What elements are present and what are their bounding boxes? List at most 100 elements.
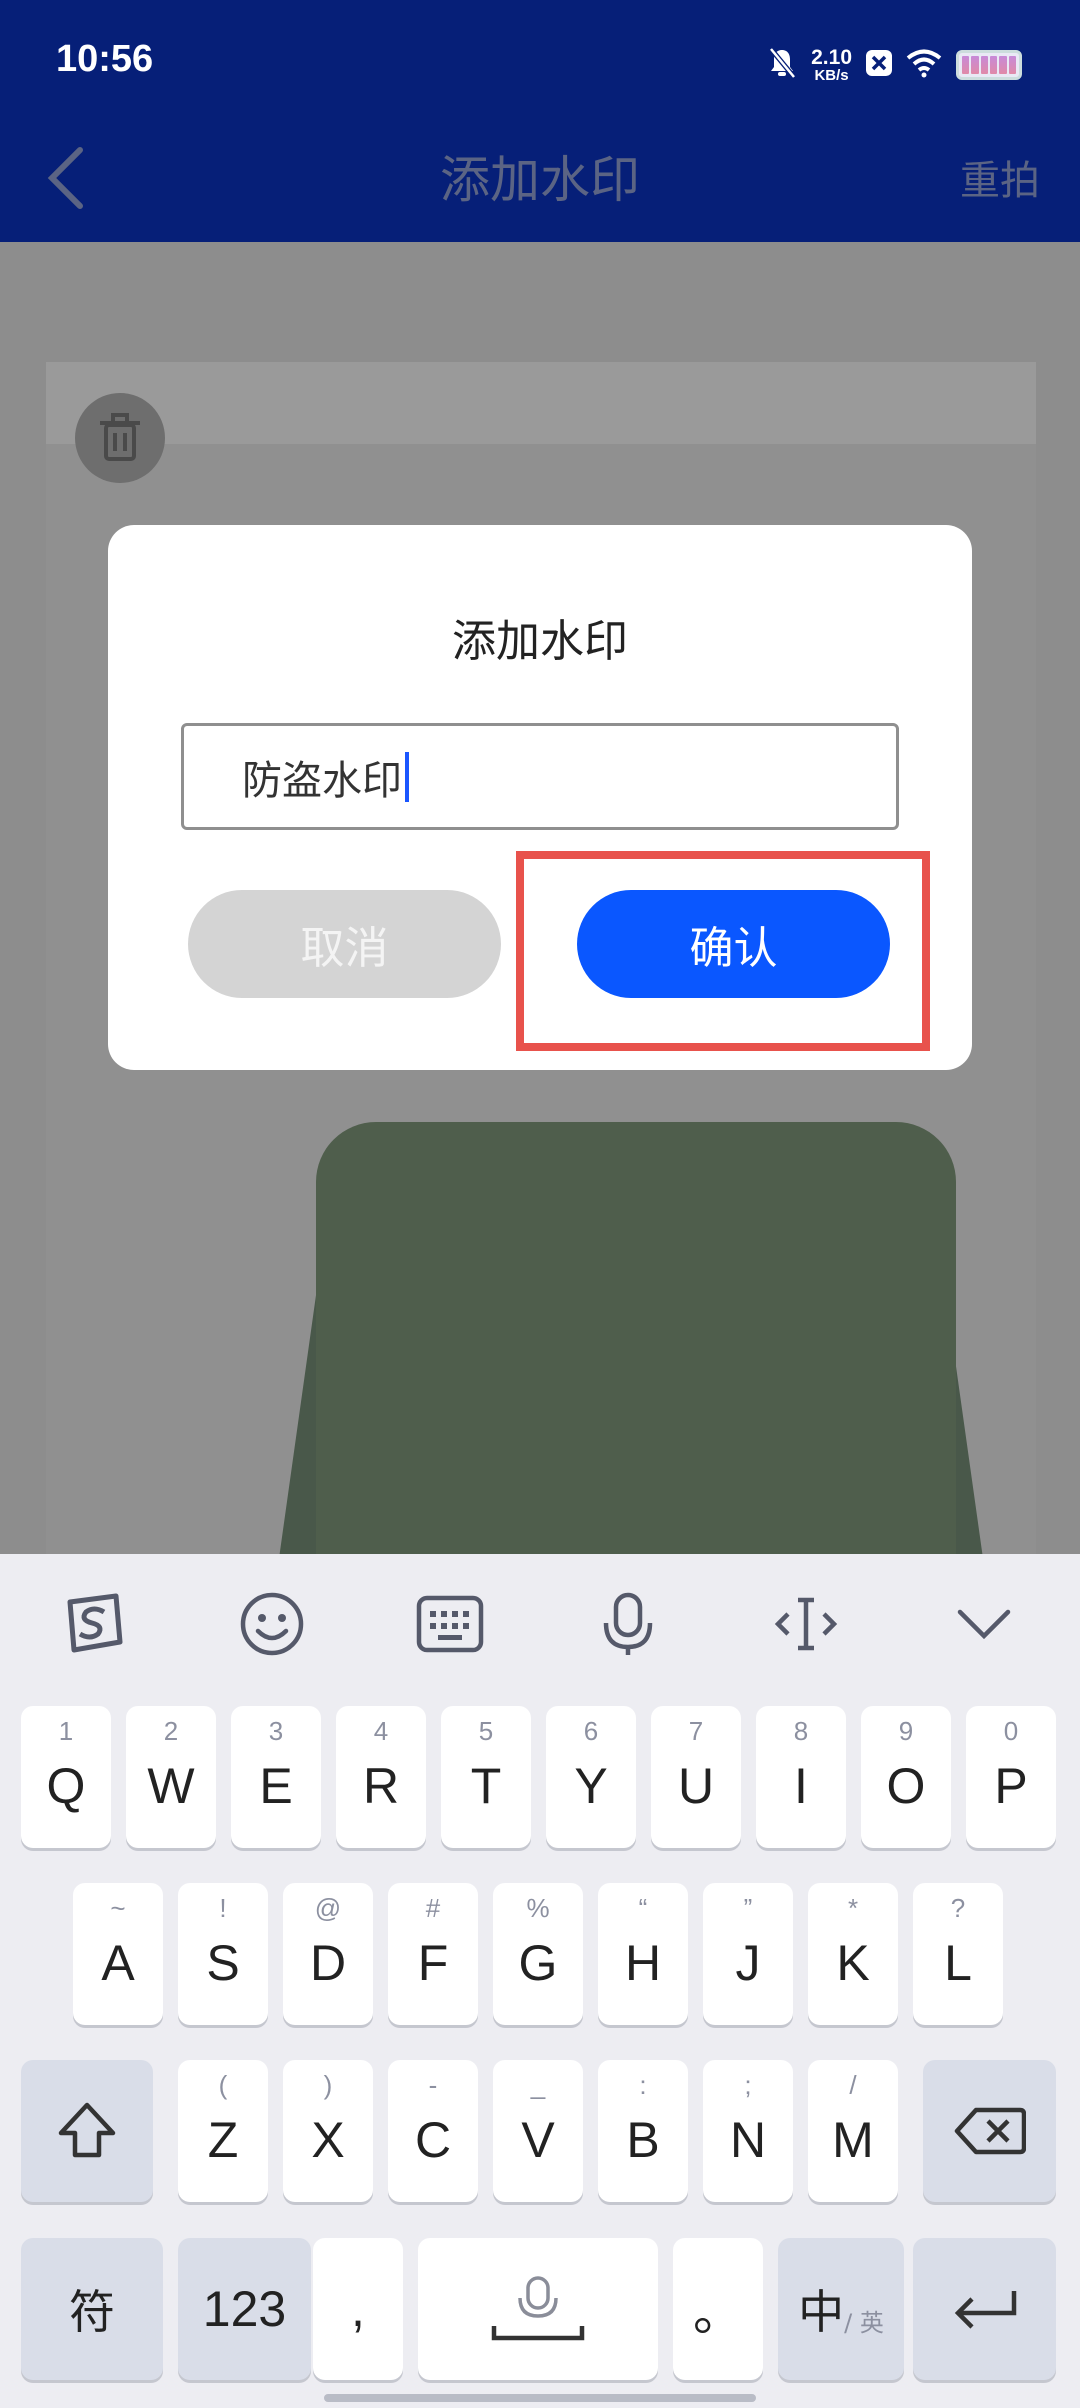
key-z[interactable]: (Z: [178, 2060, 268, 2202]
key-hint: @: [314, 1893, 342, 1923]
key-label: M: [832, 2112, 874, 2168]
key-label: Q: [46, 1758, 86, 1814]
sogou-logo-icon[interactable]: [58, 1588, 130, 1660]
key-label: W: [147, 1758, 195, 1814]
backspace-key[interactable]: [923, 2060, 1056, 2202]
bell-off-icon: [767, 47, 797, 83]
key-v[interactable]: _ V: [493, 2060, 583, 2202]
key-hint: “: [638, 1893, 648, 1923]
key-label: V: [521, 2112, 555, 2168]
key-hint: 6: [583, 1716, 599, 1746]
key-label: E: [259, 1758, 293, 1814]
keyboard-toolbar: [0, 1554, 1080, 1694]
key-t[interactable]: 5T: [441, 1706, 531, 1848]
enter-icon: [954, 2291, 1016, 2329]
key-hint: %: [526, 1893, 550, 1923]
top-bar: 10:56 2.10 KB/s 添加水印 重拍: [0, 0, 1080, 242]
key-u[interactable]: 7U: [651, 1706, 741, 1848]
status-icons: 2.10 KB/s: [767, 40, 1022, 90]
key-hint: ): [323, 2070, 333, 2100]
retake-button[interactable]: 重拍: [960, 148, 1040, 206]
key-o[interactable]: 9O: [861, 1706, 951, 1848]
keyboard-icon[interactable]: [414, 1588, 486, 1660]
photo-model-shirt: [316, 1122, 956, 1554]
key-label: C: [414, 2112, 452, 2168]
key-p[interactable]: 0P: [966, 1706, 1056, 1848]
key-label: J: [735, 1935, 761, 1991]
shift-key[interactable]: [21, 2060, 153, 2202]
key-s[interactable]: ! S: [178, 1883, 268, 2025]
emoji-icon[interactable]: [236, 1588, 308, 1660]
key-g[interactable]: % G: [493, 1883, 583, 2025]
key-r[interactable]: 4R: [336, 1706, 426, 1848]
net-speed-value: 2.10: [811, 46, 852, 69]
language-switch-key[interactable]: 中 / 英: [778, 2238, 904, 2380]
key-label: 123: [202, 2281, 287, 2337]
key-label: I: [794, 1758, 808, 1814]
key-k[interactable]: * K: [808, 1883, 898, 2025]
key-y[interactable]: 6Y: [546, 1706, 636, 1848]
period-key[interactable]: 。: [673, 2238, 763, 2380]
comma-key[interactable]: ,: [313, 2238, 403, 2380]
key-label: K: [836, 1935, 870, 1991]
symbol-key[interactable]: 符: [21, 2238, 163, 2380]
microphone-icon[interactable]: [592, 1588, 664, 1660]
space-key[interactable]: [418, 2238, 658, 2380]
net-speed: 2.10 KB/s: [811, 47, 852, 83]
lang-sub-label: / 英: [844, 2308, 884, 2337]
key-label: A: [101, 1935, 135, 1991]
key-label: R: [362, 1758, 400, 1814]
key-l[interactable]: ? L: [913, 1883, 1003, 2025]
key-b[interactable]: :B: [598, 2060, 688, 2202]
key-label: D: [309, 1935, 347, 1991]
watermark-text-input[interactable]: 防盗水印: [181, 723, 899, 830]
key-hint: _: [530, 2070, 546, 2100]
key-label: T: [470, 1758, 502, 1814]
key-hint: /: [849, 2070, 857, 2100]
key-label: 。: [693, 2285, 743, 2341]
key-label: B: [626, 2112, 660, 2168]
x-app-icon: [866, 50, 892, 80]
enter-key[interactable]: [913, 2238, 1056, 2380]
key-hint: ?: [950, 1893, 966, 1923]
page-title: 添加水印: [440, 151, 640, 209]
key-i[interactable]: 8I: [756, 1706, 846, 1848]
key-hint: 7: [688, 1716, 704, 1746]
key-n[interactable]: ; N: [703, 2060, 793, 2202]
space-mic-icon: [491, 2276, 585, 2341]
key-hint: -: [428, 2070, 438, 2100]
cancel-button[interactable]: 取消: [188, 890, 501, 998]
collapse-chevron-icon[interactable]: [948, 1588, 1020, 1660]
key-label: G: [518, 1935, 558, 1991]
home-indicator[interactable]: [324, 2394, 756, 2402]
key-hint: (: [218, 2070, 228, 2100]
key-label: 符: [69, 2286, 115, 2338]
key-label: ,: [351, 2281, 365, 2337]
key-w[interactable]: 2W: [126, 1706, 216, 1848]
key-a[interactable]: ~ A: [73, 1883, 163, 2025]
delete-photo-button[interactable]: [75, 393, 165, 483]
text-caret: [405, 751, 409, 802]
key-c[interactable]: -C: [388, 2060, 478, 2202]
key-hint: 0: [1003, 1716, 1019, 1746]
photo-top-strip: [46, 362, 1036, 444]
key-label: Y: [574, 1758, 608, 1814]
key-m[interactable]: / M: [808, 2060, 898, 2202]
key-x[interactable]: ) X: [283, 2060, 373, 2202]
key-hint: 1: [58, 1716, 74, 1746]
confirm-highlight-box: [516, 851, 930, 1051]
cursor-move-icon[interactable]: [770, 1588, 842, 1660]
key-hint: 2: [163, 1716, 179, 1746]
key-label: N: [729, 2112, 767, 2168]
shift-arrow-icon: [58, 2102, 116, 2158]
wifi-icon: [906, 48, 942, 82]
key-j[interactable]: ” J: [703, 1883, 793, 2025]
key-f[interactable]: # F: [388, 1883, 478, 2025]
lang-main-label: 中: [798, 2286, 845, 2338]
key-d[interactable]: @ D: [283, 1883, 373, 2025]
key-e[interactable]: 3E: [231, 1706, 321, 1848]
key-q[interactable]: 1Q: [21, 1706, 111, 1848]
numeric-key[interactable]: 123: [178, 2238, 311, 2380]
key-h[interactable]: “H: [598, 1883, 688, 2025]
key-hint: ”: [743, 1893, 753, 1923]
